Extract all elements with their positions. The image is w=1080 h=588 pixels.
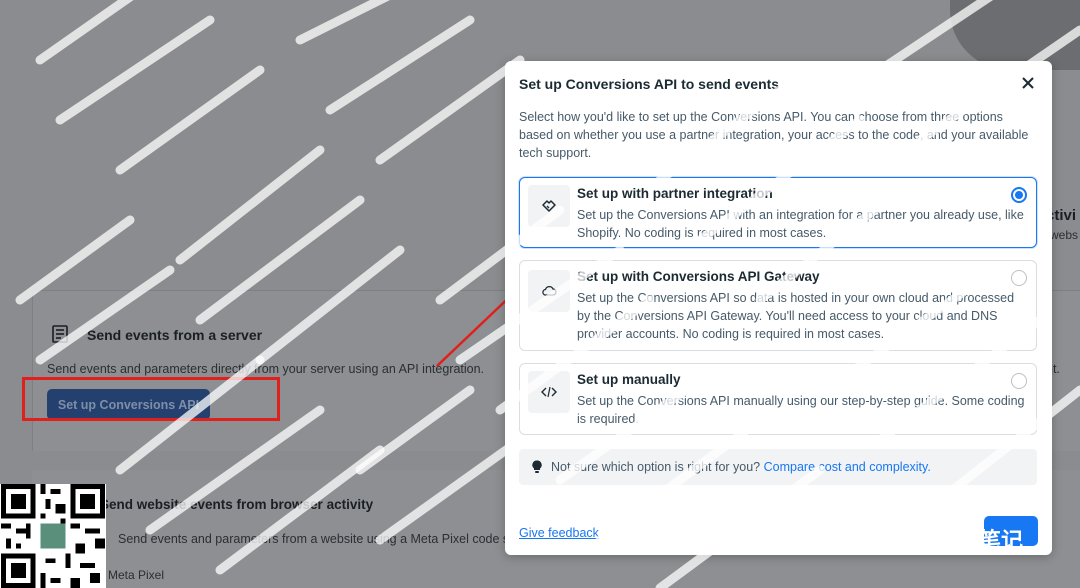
option-title: Set up with Conversions API Gateway [577, 269, 820, 284]
option-description: Set up the Conversions API with an integ… [577, 208, 1024, 240]
qr-code [0, 484, 106, 588]
option-conversions-api-gateway[interactable]: Set up with Conversions API Gateway Set … [519, 260, 1037, 351]
browser-section-heading: Send website events from browser activit… [100, 497, 374, 512]
tip-text: Not sure which option is right for you? [551, 460, 761, 474]
option-description: Set up the Conversions API so data is ho… [577, 291, 1015, 341]
watermark-text: 出海笔记 [935, 528, 1024, 553]
wechat-icon [893, 525, 927, 553]
background-avatar [950, 0, 1080, 70]
right-card-subtext: webs [1050, 228, 1079, 242]
server-section-description: Send events and parameters directly from… [47, 362, 485, 376]
watermark-logo: 出海笔记 [893, 523, 1023, 555]
option-description: Set up the Conversions API manually usin… [577, 394, 1025, 426]
server-section-heading: Send events from a server [87, 327, 263, 343]
handshake-icon [528, 185, 570, 227]
option-radio[interactable] [1011, 270, 1027, 286]
option-partner-integration[interactable]: Set up with partner integration Set up t… [519, 177, 1037, 248]
dialog-title: Set up Conversions API to send events [519, 76, 780, 92]
cloud-icon [528, 270, 570, 312]
server-icon [52, 325, 68, 343]
conversions-api-setup-dialog: Set up Conversions API to send events Se… [505, 61, 1052, 555]
option-set-up-manually[interactable]: Set up manually Set up the Conversions A… [519, 363, 1037, 435]
close-icon[interactable] [1020, 75, 1036, 91]
lightbulb-icon [532, 460, 542, 473]
option-title: Set up manually [577, 372, 681, 387]
compare-cost-link[interactable]: Compare cost and complexity. [764, 460, 931, 474]
help-tip: Not sure which option is right for you? … [519, 449, 1037, 485]
give-feedback-link[interactable]: Give feedback [519, 526, 599, 540]
dialog-description: Select how you'd like to set up the Conv… [519, 110, 1029, 160]
annotation-highlight-box [22, 377, 280, 421]
option-title: Set up with partner integration [577, 186, 773, 201]
option-radio[interactable] [1011, 373, 1027, 389]
option-radio-selected[interactable] [1011, 187, 1027, 203]
meta-pixel-link[interactable]: Meta Pixel [108, 568, 164, 582]
code-icon [528, 371, 570, 413]
